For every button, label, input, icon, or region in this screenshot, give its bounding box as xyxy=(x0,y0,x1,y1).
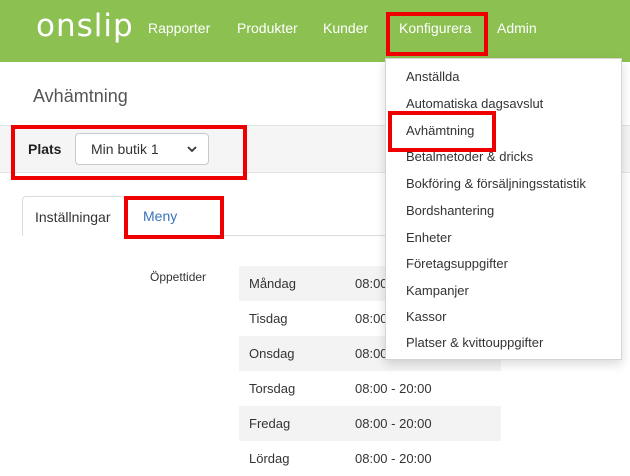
day-cell: Fredag xyxy=(249,416,291,431)
time-cell: 08:00 xyxy=(355,311,388,326)
time-cell: 08:00 xyxy=(355,346,388,361)
table-row: Torsdag 08:00 - 20:00 xyxy=(239,371,501,406)
time-cell: 08:00 - 20:00 xyxy=(355,416,432,431)
time-cell: 08:00 - 20:00 xyxy=(355,381,432,396)
table-row: Lördag 08:00 - 20:00 xyxy=(239,441,501,476)
nav-produkter[interactable]: Produkter xyxy=(237,18,298,38)
page-title: Avhämtning xyxy=(33,86,128,106)
menu-item-kassor[interactable]: Kassor xyxy=(406,308,446,326)
tab-meny[interactable]: Meny xyxy=(143,196,177,236)
location-select-value: Min butik 1 xyxy=(91,141,159,157)
onslip-logo[interactable]: onslip xyxy=(36,6,134,46)
menu-item-anstallda[interactable]: Anställda xyxy=(406,68,459,86)
menu-item-betalmetoder[interactable]: Betalmetoder & dricks xyxy=(406,148,533,166)
location-label: Plats xyxy=(28,141,62,157)
menu-item-foretagsuppgifter[interactable]: Företagsuppgifter xyxy=(406,255,508,273)
menu-item-bokforing[interactable]: Bokföring & försäljningsstatistik xyxy=(406,175,586,193)
top-navbar: onslip Rapporter Produkter Kunder Konfig… xyxy=(0,0,630,62)
nav-konfigurera[interactable]: Konfigurera xyxy=(399,18,471,38)
menu-item-bordshantering[interactable]: Bordshantering xyxy=(406,202,494,220)
day-cell: Onsdag xyxy=(249,346,295,361)
menu-item-automatiska-dagsavslut[interactable]: Automatiska dagsavslut xyxy=(406,95,543,113)
day-cell: Lördag xyxy=(249,451,290,466)
menu-item-platser[interactable]: Platser & kvittouppgifter xyxy=(406,334,543,352)
tab-installningar[interactable]: Inställningar xyxy=(22,196,125,236)
konfigurera-dropdown-menu: Anställda Automatiska dagsavslut Avhämtn… xyxy=(385,58,622,360)
nav-admin[interactable]: Admin xyxy=(497,18,537,38)
nav-kunder[interactable]: Kunder xyxy=(323,18,368,38)
chevron-down-icon xyxy=(186,139,198,162)
opening-hours-label: Öppettider xyxy=(150,270,207,284)
day-cell: Torsdag xyxy=(249,381,296,396)
day-cell: Måndag xyxy=(249,276,296,291)
time-cell: 08:00 xyxy=(355,276,388,291)
location-select[interactable]: Min butik 1 xyxy=(75,133,209,165)
menu-item-avhamtning[interactable]: Avhämtning xyxy=(406,122,474,140)
time-cell: 08:00 - 20:00 xyxy=(355,451,432,466)
menu-item-enheter[interactable]: Enheter xyxy=(406,229,452,247)
nav-rapporter[interactable]: Rapporter xyxy=(148,18,210,38)
table-row: Fredag 08:00 - 20:00 xyxy=(239,406,501,441)
menu-item-kampanjer[interactable]: Kampanjer xyxy=(406,282,469,300)
day-cell: Tisdag xyxy=(249,311,288,326)
